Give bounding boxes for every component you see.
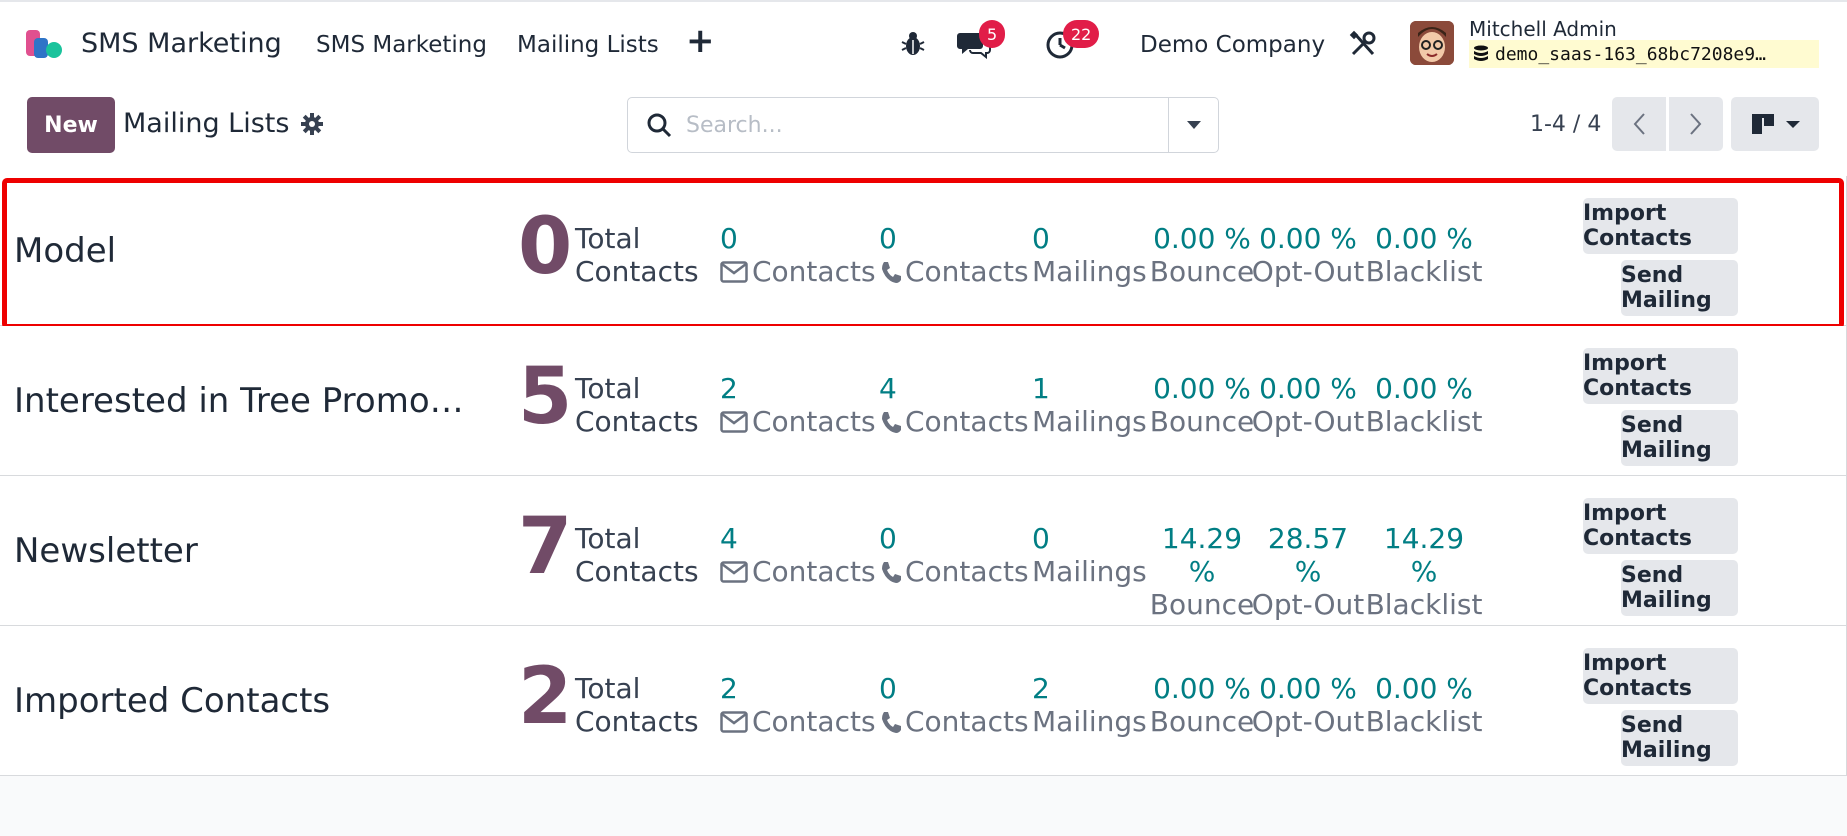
database-name-text: demo_saas-163_68bc7208e9…	[1495, 43, 1766, 65]
database-name: demo_saas-163_68bc7208e9…	[1469, 40, 1819, 68]
blacklist-stat[interactable]: 14.29 % Blacklist	[1366, 522, 1483, 621]
gear-icon[interactable]	[300, 112, 324, 136]
user-name[interactable]: Mitchell Admin	[1469, 17, 1617, 41]
mailing-list-name[interactable]: Model	[14, 176, 474, 326]
phone-icon	[882, 261, 901, 283]
search-options-toggle[interactable]	[1168, 98, 1218, 152]
mailings-stat[interactable]: 0 Mailings	[1032, 522, 1147, 588]
opt-out-stat[interactable]: 0.00 % Opt-Out	[1252, 672, 1364, 738]
company-switcher[interactable]: Demo Company	[1140, 32, 1325, 58]
total-contacts-label: Total Contacts	[575, 672, 699, 738]
mailing-list-row[interactable]: Newsletter 7 Total Contacts 4 Contacts 0…	[0, 476, 1847, 626]
pager-previous-button[interactable]	[1612, 97, 1666, 151]
total-contacts-label: Total Contacts	[575, 372, 699, 438]
sms-contacts-stat[interactable]: 4 Contacts	[879, 372, 1029, 438]
user-avatar[interactable]	[1410, 21, 1454, 65]
blacklist-stat[interactable]: 0.00 % Blacklist	[1366, 372, 1483, 438]
chevron-left-icon	[1633, 113, 1645, 135]
bounce-stat[interactable]: 0.00 % Bounce	[1147, 372, 1257, 438]
mailings-stat[interactable]: 0 Mailings	[1032, 222, 1147, 288]
chevron-right-icon	[1690, 113, 1702, 135]
page-title: Mailing Lists	[123, 108, 290, 139]
settings-tools-icon[interactable]	[1349, 30, 1377, 58]
sms-marketing-app-icon[interactable]	[24, 26, 64, 66]
total-contacts-value: 7	[518, 502, 573, 592]
sms-contacts-stat[interactable]: 0 Contacts	[879, 222, 1029, 288]
mailing-list-row[interactable]: Model 0 Total Contacts 0 Contacts 0 Cont…	[0, 176, 1847, 329]
total-contacts-value: 0	[518, 202, 573, 292]
view-switcher-button[interactable]	[1731, 97, 1819, 151]
import-contacts-button[interactable]: Import Contacts	[1583, 498, 1738, 554]
caret-down-icon	[1186, 121, 1201, 129]
total-contacts-value: 5	[518, 352, 573, 442]
control-panel: New Mailing Lists 1-4 / 4	[0, 84, 1847, 176]
activities-badge: 22	[1063, 20, 1100, 48]
bounce-stat[interactable]: 0.00 % Bounce	[1147, 672, 1257, 738]
email-contacts-stat[interactable]: 2 Contacts	[720, 672, 876, 738]
menu-sms-marketing[interactable]: SMS Marketing	[316, 32, 487, 58]
search-bar	[627, 97, 1219, 153]
mailings-stat[interactable]: 2 Mailings	[1032, 672, 1147, 738]
pager-value[interactable]: 1-4 / 4	[1530, 112, 1601, 137]
envelope-icon	[720, 710, 748, 733]
app-name[interactable]: SMS Marketing	[81, 28, 282, 59]
email-contacts-stat[interactable]: 0 Contacts	[720, 222, 876, 288]
opt-out-stat[interactable]: 28.57 % Opt-Out	[1252, 522, 1364, 621]
email-contacts-stat[interactable]: 4 Contacts	[720, 522, 876, 588]
mailing-list-row[interactable]: Interested in Tree Promot… 5 Total Conta…	[0, 326, 1847, 476]
email-contacts-stat[interactable]: 2 Contacts	[720, 372, 876, 438]
mailing-list-name[interactable]: Newsletter	[14, 476, 474, 626]
avatar-face-icon	[1410, 21, 1454, 65]
import-contacts-button[interactable]: Import Contacts	[1583, 198, 1738, 254]
total-contacts-label: Total Contacts	[575, 222, 699, 288]
sms-contacts-stat[interactable]: 0 Contacts	[879, 522, 1029, 588]
total-contacts-value: 2	[518, 652, 573, 742]
blacklist-stat[interactable]: 0.00 % Blacklist	[1366, 672, 1483, 738]
database-icon	[1474, 45, 1488, 61]
sms-contacts-stat[interactable]: 0 Contacts	[879, 672, 1029, 738]
mailing-list-name[interactable]: Imported Contacts	[14, 626, 474, 776]
debug-bug-icon[interactable]	[900, 31, 926, 57]
phone-icon	[882, 711, 901, 733]
bounce-stat[interactable]: 0.00 % Bounce	[1147, 222, 1257, 288]
envelope-icon	[720, 260, 748, 283]
total-contacts-label: Total Contacts	[575, 522, 699, 588]
bounce-stat[interactable]: 14.29 % Bounce	[1147, 522, 1257, 621]
messages-badge: 5	[979, 20, 1006, 48]
blacklist-stat[interactable]: 0.00 % Blacklist	[1366, 222, 1483, 288]
import-contacts-button[interactable]: Import Contacts	[1583, 648, 1738, 704]
phone-icon	[882, 411, 901, 433]
send-mailing-button[interactable]: Send Mailing	[1621, 710, 1738, 766]
import-contacts-button[interactable]: Import Contacts	[1583, 348, 1738, 404]
send-mailing-button[interactable]: Send Mailing	[1621, 410, 1738, 466]
top-navbar: SMS Marketing SMS Marketing Mailing List…	[0, 0, 1847, 84]
phone-icon	[882, 561, 901, 583]
search-input[interactable]	[686, 106, 1186, 144]
pager-next-button[interactable]	[1669, 97, 1723, 151]
menu-mailing-lists[interactable]: Mailing Lists	[517, 32, 659, 58]
envelope-icon	[720, 560, 748, 583]
search-icon[interactable]	[646, 112, 672, 138]
kanban-view-icon	[1752, 114, 1800, 134]
envelope-icon	[720, 410, 748, 433]
plus-icon[interactable]: +	[686, 24, 715, 58]
mailing-list-row[interactable]: Imported Contacts 2 Total Contacts 2 Con…	[0, 626, 1847, 776]
mailings-stat[interactable]: 1 Mailings	[1032, 372, 1147, 438]
opt-out-stat[interactable]: 0.00 % Opt-Out	[1252, 222, 1364, 288]
send-mailing-button[interactable]: Send Mailing	[1621, 560, 1738, 616]
opt-out-stat[interactable]: 0.00 % Opt-Out	[1252, 372, 1364, 438]
send-mailing-button[interactable]: Send Mailing	[1621, 260, 1738, 316]
mailing-list-name[interactable]: Interested in Tree Promot…	[14, 326, 474, 476]
mailing-lists-kanban: Model 0 Total Contacts 0 Contacts 0 Cont…	[0, 176, 1847, 776]
new-button[interactable]: New	[27, 97, 115, 153]
